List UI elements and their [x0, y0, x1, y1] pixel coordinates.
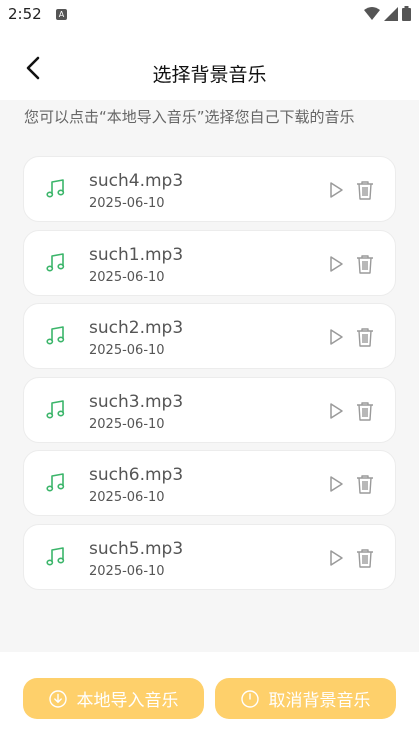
hint-text: 您可以点击“本地导入音乐”选择您自己下载的音乐: [24, 108, 355, 126]
track-list: such4.mp3 2025-06-10 such1.mp3 2025-06-10 su…: [23, 156, 396, 597]
bottom-bar: 本地导入音乐 取消背景音乐: [0, 652, 419, 745]
cancel-music-label: 取消背景音乐: [268, 691, 371, 711]
track-date: 2025-06-10: [89, 269, 165, 285]
import-music-button[interactable]: 本地导入音乐: [23, 678, 204, 719]
play-icon[interactable]: [327, 181, 345, 199]
delete-icon[interactable]: [356, 474, 374, 494]
status-icons: [364, 6, 411, 21]
play-icon[interactable]: [327, 328, 345, 346]
track-name: such4.mp3: [89, 171, 184, 191]
list-item[interactable]: such1.mp3 2025-06-10: [23, 229, 396, 296]
header: 选择背景音乐: [0, 30, 419, 100]
music-note-icon: [46, 399, 65, 419]
track-date: 2025-06-10: [89, 196, 165, 211]
battery-icon: [402, 6, 411, 21]
music-note-icon: [46, 473, 65, 492]
list-item[interactable]: such5.mp3 2025-06-10: [23, 523, 396, 590]
download-icon: [48, 689, 67, 708]
track-date: 2025-06-10: [89, 416, 165, 432]
status-time: 2:52: [8, 5, 42, 23]
delete-icon[interactable]: [356, 401, 374, 421]
music-note-icon: [46, 546, 65, 566]
play-icon[interactable]: [327, 475, 345, 493]
track-name: such5.mp3: [89, 538, 184, 559]
music-note-icon: [46, 326, 65, 345]
signal-icon: [384, 6, 398, 21]
play-icon[interactable]: [327, 255, 345, 273]
notification-icon: A: [56, 9, 67, 20]
track-name: such1.mp3: [89, 244, 184, 265]
track-date: 2025-06-10: [89, 563, 165, 579]
play-icon[interactable]: [327, 549, 345, 567]
list-item[interactable]: such2.mp3 2025-06-10: [23, 303, 396, 369]
list-item[interactable]: such4.mp3 2025-06-10: [23, 156, 396, 222]
list-item[interactable]: such6.mp3 2025-06-10: [23, 450, 396, 516]
track-name: such6.mp3: [89, 465, 184, 485]
power-icon: [240, 689, 259, 708]
page-title: 选择背景音乐: [152, 64, 267, 86]
cancel-music-button[interactable]: 取消背景音乐: [215, 678, 396, 719]
delete-icon[interactable]: [356, 327, 374, 347]
play-icon[interactable]: [327, 402, 345, 420]
delete-icon[interactable]: [356, 254, 374, 274]
list-item[interactable]: such3.mp3 2025-06-10: [23, 376, 396, 443]
track-date: 2025-06-10: [89, 343, 165, 358]
music-note-icon: [46, 252, 65, 272]
music-note-icon: [46, 179, 65, 198]
track-name: such2.mp3: [89, 318, 184, 338]
track-name: such3.mp3: [89, 391, 184, 412]
delete-icon[interactable]: [356, 180, 374, 200]
status-bar: 2:52 A: [0, 0, 419, 30]
import-music-label: 本地导入音乐: [76, 691, 179, 711]
wifi-icon: [364, 6, 380, 20]
track-date: 2025-06-10: [89, 490, 165, 505]
delete-icon[interactable]: [356, 548, 374, 568]
